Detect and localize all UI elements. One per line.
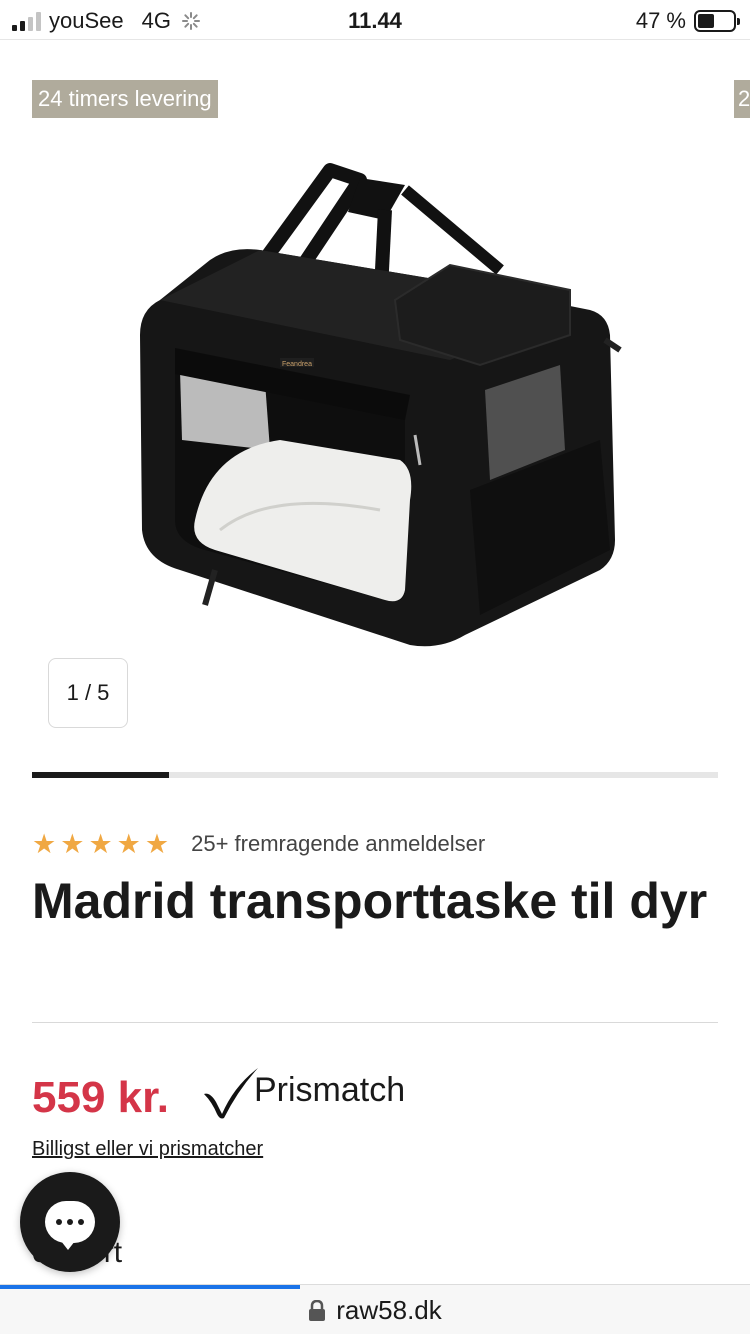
- status-bar: youSee 4G 11.44 47 %: [0, 0, 750, 40]
- prismatch-label: Prismatch: [254, 1071, 406, 1109]
- url-content[interactable]: raw58.dk: [0, 1295, 750, 1326]
- battery-percent: 47 %: [635, 8, 686, 33]
- star-icon: ★: [60, 829, 85, 859]
- battery-fill: [698, 14, 714, 28]
- price-match-link[interactable]: Billigst eller vi prismatcher: [32, 1138, 263, 1161]
- star-icon: ★: [116, 829, 141, 859]
- gallery-progress[interactable]: [32, 772, 718, 778]
- star-icon: ★: [32, 829, 57, 859]
- image-counter: 1 / 5: [48, 658, 128, 728]
- battery-icon: [694, 10, 740, 32]
- divider: [32, 1022, 718, 1023]
- lock-icon: [309, 1299, 326, 1321]
- chat-button[interactable]: [20, 1172, 120, 1272]
- chat-icon: [45, 1201, 95, 1250]
- browser-url-bar[interactable]: raw58.dk: [0, 1284, 750, 1334]
- product-image[interactable]: Feandrea: [120, 150, 640, 660]
- star-icon: ★: [88, 829, 113, 859]
- brand-logo: Feandrea: [282, 361, 312, 368]
- rating-row[interactable]: ★ ★ ★ ★ ★ 25+ fremragende anmeldelser: [32, 828, 485, 860]
- prismatch-badge: Prismatch: [200, 1060, 405, 1120]
- review-count: 25+ fremragende anmeldelser: [191, 831, 486, 856]
- checkmark-icon: [204, 1068, 258, 1119]
- product-price: 559 kr.: [32, 1073, 170, 1122]
- gallery-progress-fill: [32, 772, 170, 778]
- page-load-progress: [0, 1285, 300, 1289]
- delivery-badge: 24 timers levering: [32, 80, 218, 118]
- star-icon: ★: [144, 829, 170, 859]
- next-slide-badge: 2: [734, 80, 750, 118]
- product-title: Madrid transporttaske til dyr: [32, 873, 708, 929]
- status-right: 47 %: [635, 8, 740, 34]
- url-text: raw58.dk: [336, 1295, 442, 1325]
- rating-stars: ★ ★ ★ ★ ★: [32, 828, 169, 860]
